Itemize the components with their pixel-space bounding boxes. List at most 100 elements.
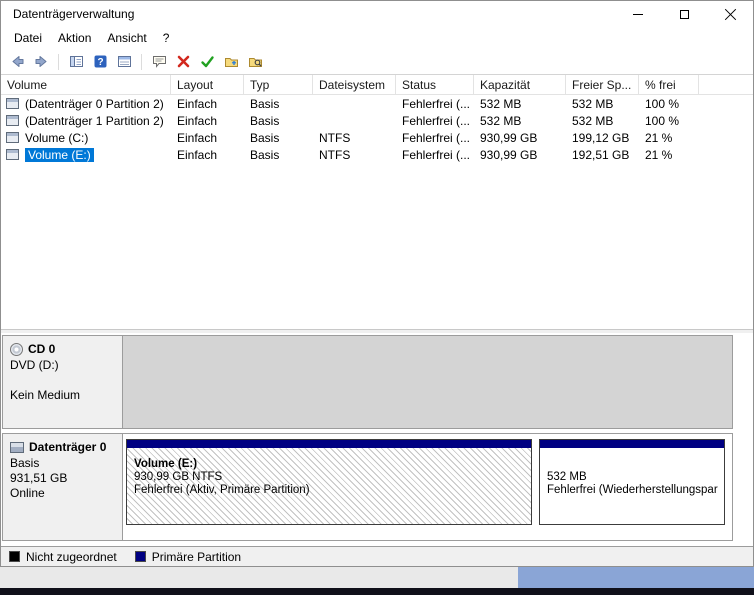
cell-freier-speicherplatz: 199,12 GB	[572, 130, 630, 145]
help-button[interactable]: ?	[88, 51, 112, 73]
cell-layout: Einfach	[177, 130, 218, 145]
back-button[interactable]	[5, 51, 29, 73]
table-row[interactable]: Volume (C:) Einfach Basis NTFS Fehlerfre…	[1, 129, 753, 146]
menu-hilfe[interactable]: ?	[155, 29, 178, 47]
cell-typ: Basis	[250, 147, 280, 162]
legend-bar: Nicht zugeordnet Primäre Partition	[1, 546, 753, 566]
column-header-layout[interactable]: Layout	[171, 75, 244, 94]
toolbar-separator	[58, 53, 59, 70]
cd-media-status: Kein Medium	[10, 388, 81, 402]
cd-drive-row: CD 0 DVD (D:) Kein Medium	[2, 335, 733, 429]
folder-explore-icon	[248, 58, 262, 67]
context-help-button[interactable]	[147, 51, 171, 73]
volume-name: (Datenträger 1 Partition 2)	[25, 113, 164, 128]
cell-prozent-frei: 100 %	[645, 96, 680, 111]
forward-arrow-icon	[35, 56, 46, 67]
cd-icon	[10, 343, 23, 356]
cell-status: Fehlerfrei (...	[402, 113, 471, 128]
column-header-kapazitaet[interactable]: Kapazität	[474, 75, 566, 94]
legend-item-unallocated: Nicht zugeordnet	[9, 550, 117, 564]
column-header-status[interactable]: Status	[396, 75, 474, 94]
table-row[interactable]: (Datenträger 0 Partition 2) Einfach Basi…	[1, 95, 753, 112]
cell-status: Fehlerfrei (...	[402, 130, 471, 145]
menu-bar: Datei Aktion Ansicht ?	[1, 27, 753, 49]
column-header-prozent-frei[interactable]: % frei	[639, 75, 699, 94]
cell-layout: Einfach	[177, 113, 218, 128]
partition-status: Fehlerfrei (Wiederherstellungspar	[547, 484, 718, 496]
explore-button[interactable]	[243, 51, 267, 73]
menu-ansicht[interactable]: Ansicht	[99, 29, 154, 47]
table-row[interactable]: (Datenträger 1 Partition 2) Einfach Basi…	[1, 112, 753, 129]
maximize-button[interactable]	[661, 1, 707, 27]
cell-dateisystem: NTFS	[319, 130, 351, 145]
partition-label: Volume (E:)	[134, 458, 198, 470]
disk-title: Datenträger 0	[29, 440, 107, 454]
maximize-icon	[679, 9, 689, 19]
cell-layout: Einfach	[177, 96, 218, 111]
cell-prozent-frei: 21 %	[645, 130, 673, 145]
disk-0-panel[interactable]: Datenträger 0 Basis 931,51 GB Online	[3, 434, 123, 540]
cell-dateisystem: NTFS	[319, 147, 351, 162]
svg-text:?: ?	[97, 57, 103, 68]
cell-layout: Einfach	[177, 147, 218, 162]
folder-open-icon	[224, 58, 238, 67]
title-bar: Datenträgerverwaltung	[1, 1, 753, 27]
volume-list: Volume Layout Typ Dateisystem Status Kap…	[1, 75, 753, 329]
cell-prozent-frei: 21 %	[645, 147, 673, 162]
cell-kapazitaet: 532 MB	[480, 113, 522, 128]
volume-name-selected: Volume (E:)	[25, 147, 94, 162]
column-header-typ[interactable]: Typ	[244, 75, 313, 94]
back-arrow-icon	[12, 56, 23, 67]
check-icon	[200, 56, 214, 68]
window-title: Datenträgerverwaltung	[13, 7, 135, 21]
partition-size-fs: 532 MB	[547, 471, 587, 483]
mark-active-button[interactable]	[195, 51, 219, 73]
unallocated-swatch	[9, 551, 20, 562]
cell-kapazitaet: 532 MB	[480, 96, 522, 111]
disk-type: Basis	[10, 456, 40, 470]
forward-button[interactable]	[29, 51, 53, 73]
taskbar-sliver	[0, 588, 754, 595]
partition-volume-e[interactable]: Volume (E:) 930,99 GB NTFS Fehlerfrei (A…	[126, 439, 532, 525]
show-console-tree-button[interactable]	[64, 51, 88, 73]
legend-label: Primäre Partition	[151, 549, 242, 564]
hard-disk-icon	[10, 442, 24, 453]
legend-label: Nicht zugeordnet	[26, 549, 117, 564]
column-header-volume[interactable]: Volume	[1, 75, 171, 94]
volume-icon	[6, 98, 19, 109]
column-header-dateisystem[interactable]: Dateisystem	[313, 75, 396, 94]
disk-0-partitions: Volume (E:) 930,99 GB NTFS Fehlerfrei (A…	[123, 434, 732, 540]
minimize-icon	[633, 13, 643, 15]
screen: Datenträgerverwaltung Datei Aktion Ansic…	[0, 0, 754, 595]
cd-media-area[interactable]	[123, 336, 732, 428]
disk-size: 931,51 GB	[10, 471, 68, 485]
open-button[interactable]	[219, 51, 243, 73]
menu-datei[interactable]: Datei	[6, 29, 50, 47]
partition-recovery[interactable]: 532 MB Fehlerfrei (Wiederherstellungspar	[539, 439, 725, 525]
cd-drive-panel[interactable]: CD 0 DVD (D:) Kein Medium	[3, 336, 123, 428]
volume-icon	[6, 115, 19, 126]
minimize-button[interactable]	[615, 1, 661, 27]
disk-management-window: Datenträgerverwaltung Datei Aktion Ansic…	[0, 0, 754, 567]
column-header-filler	[699, 75, 753, 94]
cell-status: Fehlerfrei (...	[402, 147, 471, 162]
menu-aktion[interactable]: Aktion	[50, 29, 99, 47]
cd-title: CD 0	[28, 342, 56, 356]
cell-typ: Basis	[250, 96, 280, 111]
column-header-freier-speicherplatz[interactable]: Freier Sp...	[566, 75, 639, 94]
properties-button[interactable]	[112, 51, 136, 73]
partition-size-fs: 930,99 GB NTFS	[134, 471, 223, 483]
console-tree-icon	[69, 56, 83, 67]
disk-0-row: Datenträger 0 Basis 931,51 GB Online Vol…	[2, 433, 733, 541]
table-row-selected[interactable]: Volume (E:) Einfach Basis NTFS Fehlerfre…	[1, 146, 753, 163]
cell-kapazitaet: 930,99 GB	[480, 147, 538, 162]
volume-name: (Datenträger 0 Partition 2)	[25, 96, 164, 111]
delete-volume-button[interactable]	[171, 51, 195, 73]
properties-list-icon	[117, 56, 131, 67]
cell-kapazitaet: 930,99 GB	[480, 130, 538, 145]
delete-x-icon	[177, 55, 189, 68]
close-button[interactable]	[707, 1, 753, 27]
cell-status: Fehlerfrei (...	[402, 96, 471, 111]
cell-typ: Basis	[250, 113, 280, 128]
legend-item-primary-partition: Primäre Partition	[134, 549, 242, 564]
